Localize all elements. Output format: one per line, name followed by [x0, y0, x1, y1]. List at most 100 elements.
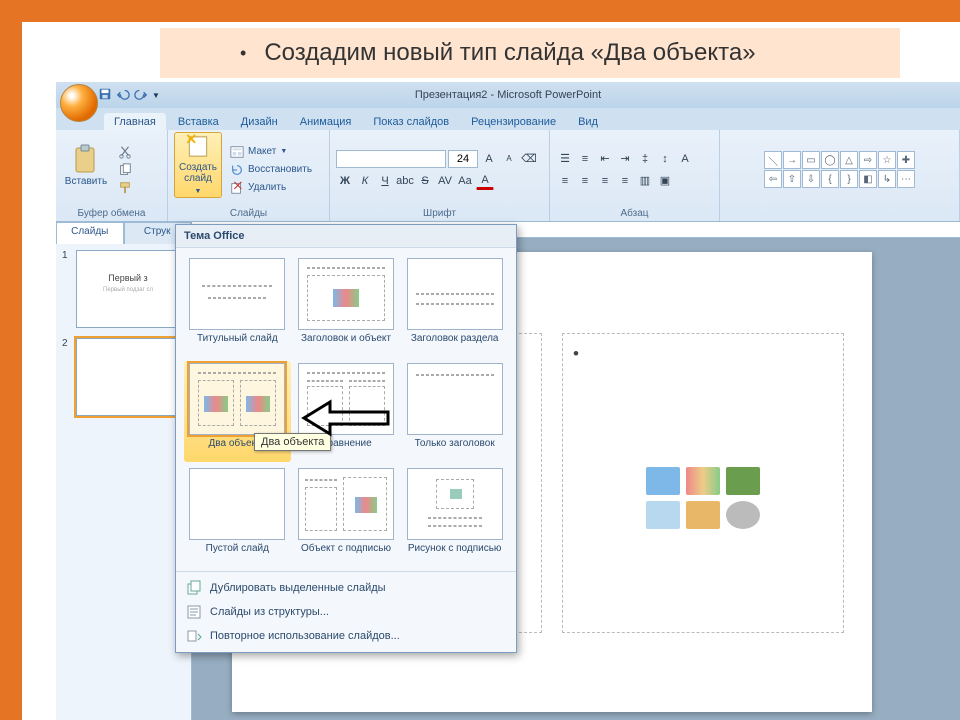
side-tab-slides[interactable]: Слайды	[56, 222, 124, 244]
bullet-icon: •	[240, 43, 246, 64]
justify-icon[interactable]: ≡	[616, 172, 634, 190]
shape-more-icon[interactable]: ⋯	[897, 170, 915, 188]
insert-clipart-icon[interactable]	[686, 501, 720, 529]
italic-icon[interactable]: К	[356, 172, 374, 190]
layout-title-slide[interactable]: Титульный слайд	[186, 258, 289, 355]
ribbon: Вставить Буфер обмена Создать слайд ▼	[56, 130, 960, 222]
group-paragraph-label: Абзац	[556, 207, 713, 220]
insert-picture-icon[interactable]	[646, 501, 680, 529]
group-slides: Создать слайд ▼ Макет▼ Восстановить Удал…	[168, 130, 330, 221]
lesson-text: Создадим новый тип слайда «Два объекта»	[264, 39, 755, 67]
font-family-input[interactable]	[336, 150, 446, 168]
window-title: Презентация2 - Microsoft PowerPoint	[56, 89, 960, 101]
thumbnail-2[interactable]: 2	[62, 338, 185, 416]
insert-smartart-icon[interactable]	[726, 467, 760, 495]
group-clipboard-label: Буфер обмена	[62, 207, 161, 220]
format-painter-button[interactable]	[114, 180, 136, 196]
paste-button[interactable]: Вставить	[62, 132, 110, 198]
insert-chart-icon[interactable]	[686, 467, 720, 495]
indent-inc-icon[interactable]: ⇥	[616, 150, 634, 168]
text-direction-icon[interactable]: ↕	[656, 150, 674, 168]
shape-plus-icon[interactable]: ✚	[897, 151, 915, 169]
menu-slides-from-outline[interactable]: Слайды из структуры...	[176, 600, 516, 624]
align-right-icon[interactable]: ≡	[596, 172, 614, 190]
grow-font-icon[interactable]: A	[480, 150, 498, 168]
slide-layout-gallery: Тема Office Титульный слайд Заголовок и …	[175, 224, 517, 653]
shrink-font-icon[interactable]: A	[500, 150, 518, 168]
layout-title-content[interactable]: Заголовок и объект	[295, 258, 398, 355]
insert-table-icon[interactable]	[646, 467, 680, 495]
tab-review[interactable]: Рецензирование	[461, 113, 566, 130]
layout-picture-caption[interactable]: Рисунок с подписью	[403, 468, 506, 565]
insert-media-icon[interactable]	[726, 501, 760, 529]
chevron-down-icon: ▼	[195, 186, 202, 197]
shape-triangle-icon[interactable]: △	[840, 151, 858, 169]
shape-rarrow-icon[interactable]: ⇨	[859, 151, 877, 169]
shape-rect-icon[interactable]: ▭	[802, 151, 820, 169]
group-slides-label: Слайды	[174, 207, 323, 220]
shape-arrow-icon[interactable]: →	[783, 151, 801, 169]
thumbnail-list: 1 Первый з Первый подзаг сл 2	[56, 244, 191, 720]
group-clipboard: Вставить Буфер обмена	[56, 130, 168, 221]
align-center-icon[interactable]: ≡	[576, 172, 594, 190]
quick-access-toolbar: ▼ Презентация2 - Microsoft PowerPoint	[56, 82, 960, 108]
shadow-icon[interactable]: abc	[396, 172, 414, 190]
layout-title-only[interactable]: Только заголовок	[403, 363, 506, 460]
shape-star-icon[interactable]: ☆	[878, 151, 896, 169]
indent-dec-icon[interactable]: ⇤	[596, 150, 614, 168]
bold-icon[interactable]: Ж	[336, 172, 354, 190]
layout-blank[interactable]: Пустой слайд	[186, 468, 289, 565]
delete-button[interactable]: Удалить	[226, 180, 316, 196]
tab-animation[interactable]: Анимация	[290, 113, 362, 130]
gallery-menu: Дублировать выделенные слайды Слайды из …	[176, 571, 516, 652]
font-size-input[interactable]	[448, 150, 478, 168]
layout-section-header[interactable]: Заголовок раздела	[403, 258, 506, 355]
strike-icon[interactable]: S	[416, 172, 434, 190]
change-case-icon[interactable]: Aa	[456, 172, 474, 190]
layout-button[interactable]: Макет▼	[226, 144, 316, 160]
layout-content-caption[interactable]: Объект с подписью	[295, 468, 398, 565]
tab-slideshow[interactable]: Показ слайдов	[363, 113, 459, 130]
line-spacing-icon[interactable]: ‡	[636, 150, 654, 168]
shape-larrow-icon[interactable]: ⇦	[764, 170, 782, 188]
menu-duplicate-slides[interactable]: Дублировать выделенные слайды	[176, 576, 516, 600]
shape-brace-icon[interactable]: {	[821, 170, 839, 188]
shape-gallery[interactable]: ＼ → ▭ ◯ △ ⇨ ☆ ✚ ⇦ ⇧ ⇩ { } ◧ ↳ ⋯	[764, 151, 915, 188]
placeholder-icons	[646, 467, 760, 529]
shape-brace2-icon[interactable]: }	[840, 170, 858, 188]
tab-design[interactable]: Дизайн	[231, 113, 288, 130]
convert-smartart-icon[interactable]: ▣	[656, 172, 674, 190]
group-font-label: Шрифт	[336, 207, 543, 220]
office-button[interactable]	[60, 84, 98, 122]
font-color-icon[interactable]: A	[476, 172, 494, 190]
ribbon-tabs: Главная Вставка Дизайн Анимация Показ сл…	[56, 108, 960, 130]
align-left-icon[interactable]: ≡	[556, 172, 574, 190]
clear-format-icon[interactable]: ⌫	[520, 150, 538, 168]
reset-button[interactable]: Восстановить	[226, 162, 316, 178]
slides-pane: Слайды Струк 1 Первый з Первый подзаг сл…	[56, 222, 192, 720]
tab-view[interactable]: Вид	[568, 113, 608, 130]
instruction-arrow-icon	[300, 398, 390, 438]
group-paragraph: ☰ ≡ ⇤ ⇥ ‡ ↕ A ≡ ≡ ≡ ≡ ▥ ▣ Абзац	[550, 130, 720, 221]
char-spacing-icon[interactable]: AV	[436, 172, 454, 190]
columns-icon[interactable]: ▥	[636, 172, 654, 190]
shape-oval-icon[interactable]: ◯	[821, 151, 839, 169]
content-placeholder-right[interactable]: •	[562, 333, 844, 633]
tab-home[interactable]: Главная	[104, 113, 166, 130]
menu-reuse-slides[interactable]: Повторное использование слайдов...	[176, 624, 516, 648]
bullets-icon[interactable]: ☰	[556, 150, 574, 168]
shape-line-icon[interactable]: ＼	[764, 151, 782, 169]
shape-darrow-icon[interactable]: ⇩	[802, 170, 820, 188]
copy-button[interactable]	[114, 162, 136, 178]
shape-uarrow-icon[interactable]: ⇧	[783, 170, 801, 188]
tab-insert[interactable]: Вставка	[168, 113, 229, 130]
thumbnail-1[interactable]: 1 Первый з Первый подзаг сл	[62, 250, 185, 328]
underline-icon[interactable]: Ч	[376, 172, 394, 190]
new-slide-button[interactable]: Создать слайд ▼	[174, 132, 222, 198]
align-text-icon[interactable]: A	[676, 150, 694, 168]
cut-button[interactable]	[114, 144, 136, 160]
shape-connector-icon[interactable]: ↳	[878, 170, 896, 188]
group-font: A A ⌫ Ж К Ч abc S AV Aa A Шрифт	[330, 130, 550, 221]
numbering-icon[interactable]: ≡	[576, 150, 594, 168]
shape-callout-icon[interactable]: ◧	[859, 170, 877, 188]
